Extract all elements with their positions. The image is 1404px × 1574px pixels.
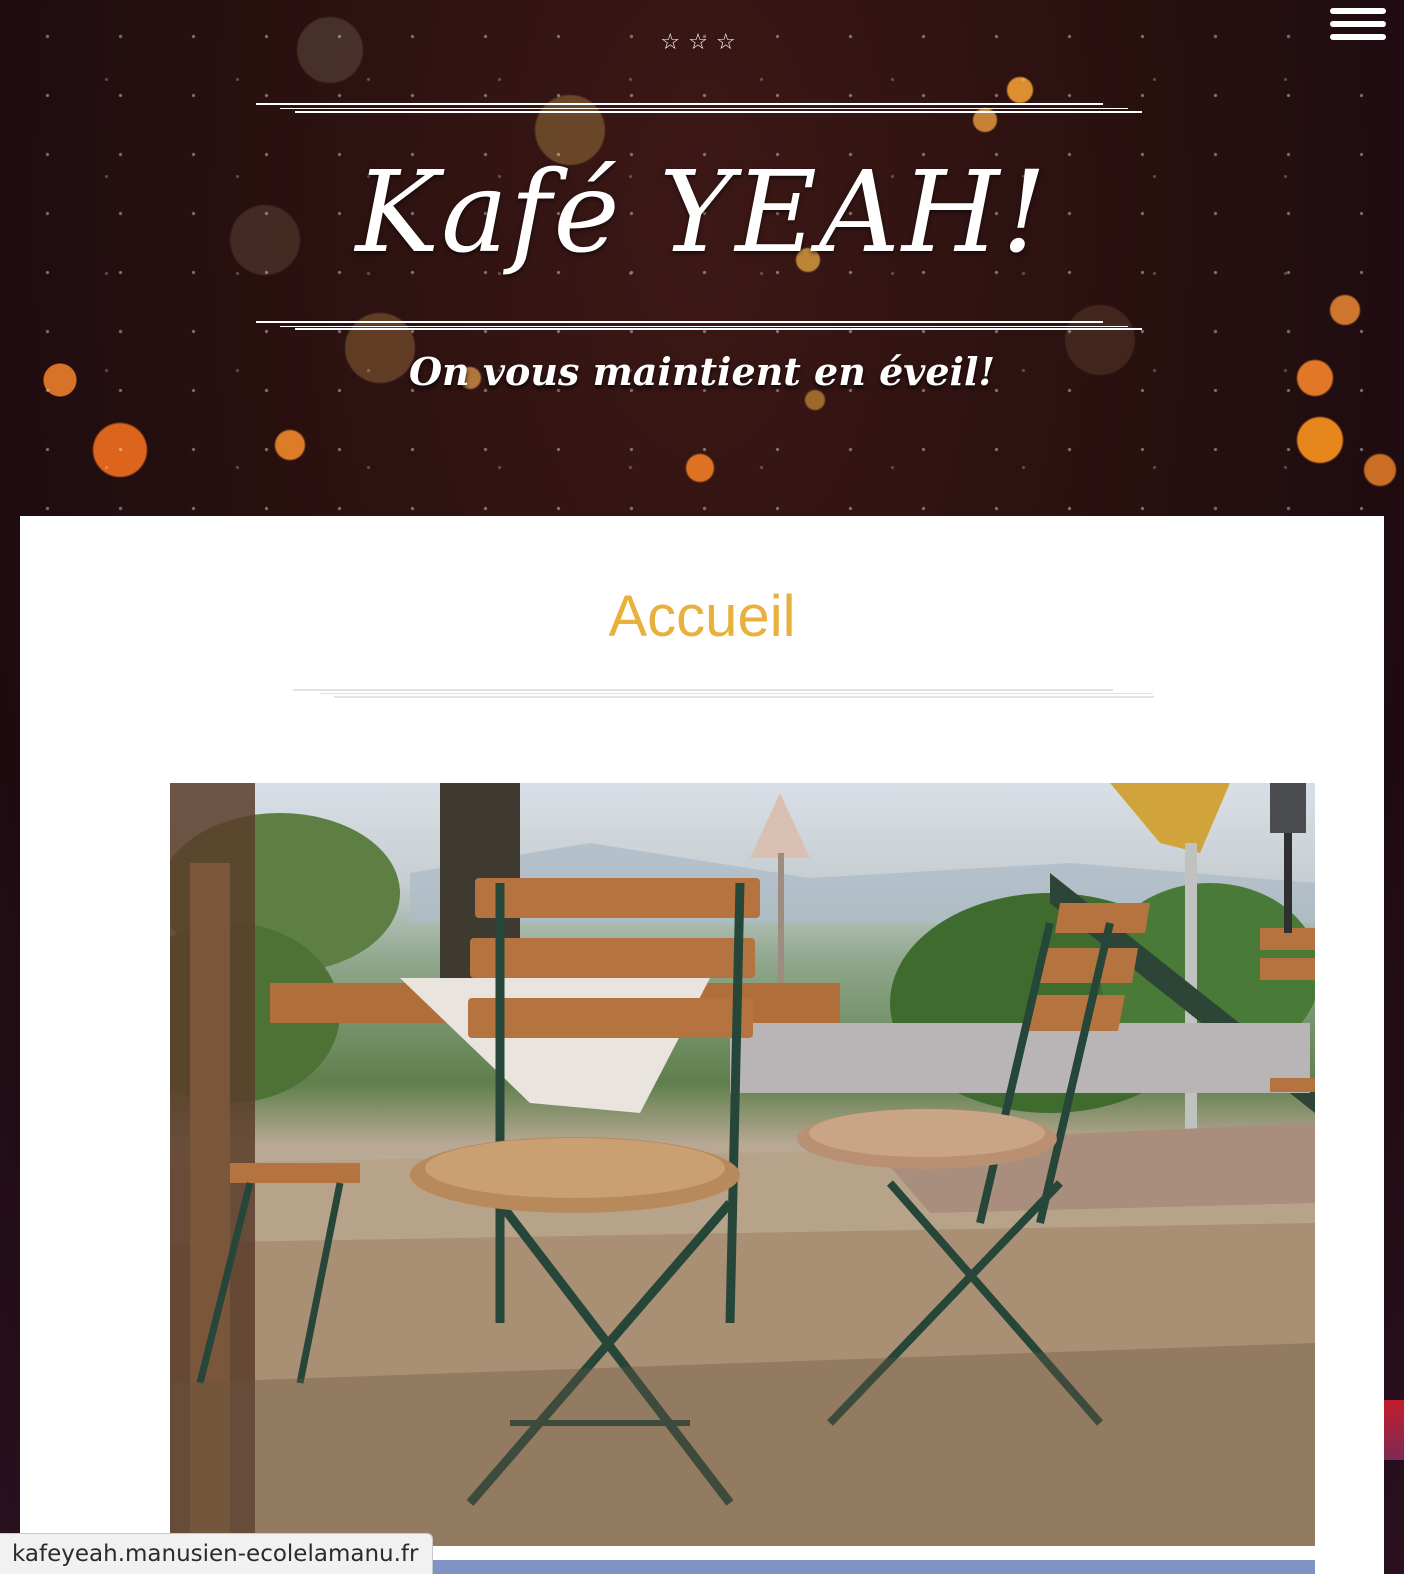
- header-stars: ☆☆☆: [660, 30, 744, 55]
- status-bar-url: kafeyeah.manusien-ecolelamanu.fr: [0, 1533, 434, 1574]
- site-title[interactable]: Kafé YEAH!: [0, 138, 1404, 288]
- site-tagline: On vous maintient en éveil!: [408, 349, 996, 394]
- terrace-photo: [170, 783, 1315, 1546]
- background-accent: [1384, 1400, 1404, 1460]
- page-title: Accueil: [608, 584, 796, 649]
- next-section-strip: [418, 1560, 1315, 1574]
